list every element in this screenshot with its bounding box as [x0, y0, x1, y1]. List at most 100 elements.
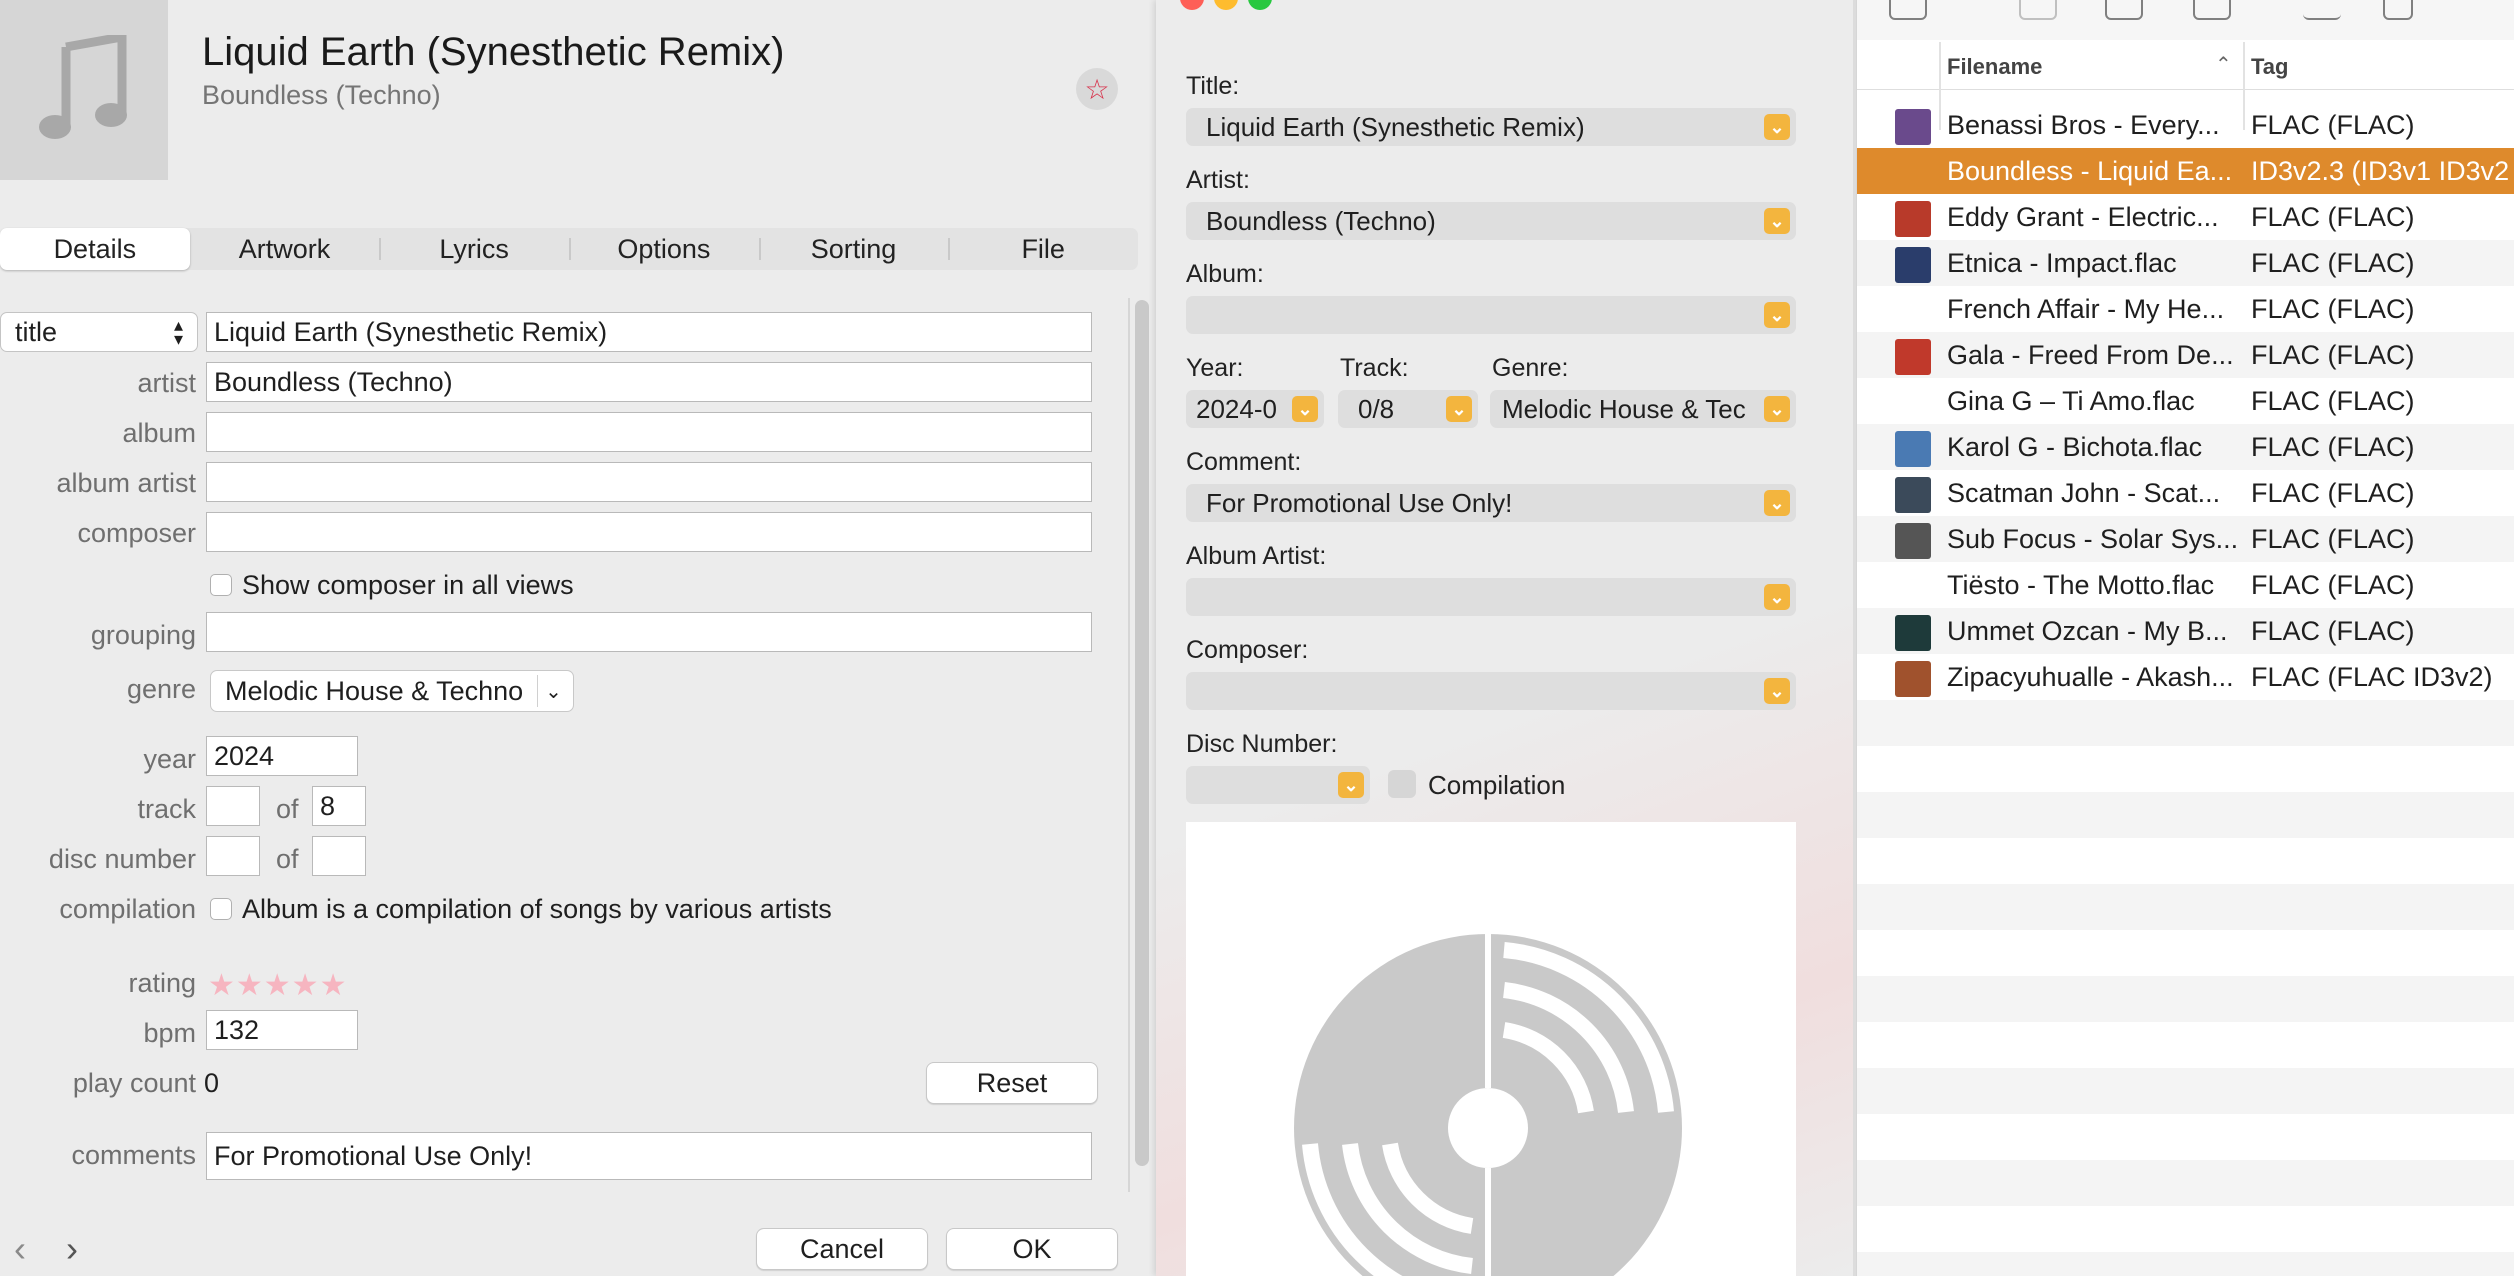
- file-row[interactable]: Boundless - Liquid Ea... ID3v2.3 (ID3v1 I…: [1857, 148, 2514, 194]
- grouping-label: grouping: [90, 620, 196, 650]
- file-name: Boundless - Liquid Ea...: [1947, 156, 2233, 186]
- disc-of-label: of: [276, 844, 299, 874]
- file-row[interactable]: Benassi Bros - Every... FLAC (FLAC): [1857, 102, 2514, 148]
- file-row[interactable]: Zipacyuhualle - Akash... FLAC (FLAC ID3v2…: [1857, 654, 2514, 700]
- file-row[interactable]: Gina G – Ti Amo.flac FLAC (FLAC): [1857, 378, 2514, 424]
- file-list-pane: Filename ⌃ Tag Benassi Bros - Every... FL…: [1856, 0, 2514, 1276]
- album-artist-label: Album Artist:: [1186, 542, 1327, 570]
- compilation-checkbox[interactable]: [1388, 770, 1416, 798]
- tag-column-header[interactable]: Tag: [2251, 54, 2288, 80]
- empty-row: [1857, 1022, 2514, 1068]
- empty-row: [1857, 1068, 2514, 1114]
- genre-combo[interactable]: Melodic House & Tec ⌄: [1490, 390, 1796, 428]
- toolbar: [1857, 0, 2514, 40]
- album-artist-combo[interactable]: ⌄: [1186, 578, 1796, 616]
- chevron-down-icon[interactable]: ⌄: [1764, 114, 1790, 140]
- file-row[interactable]: Eddy Grant - Electric... FLAC (FLAC): [1857, 194, 2514, 240]
- artwork-panel[interactable]: [1186, 822, 1796, 1276]
- disc-number-field[interactable]: [206, 836, 260, 876]
- show-composer-checkbox[interactable]: [210, 574, 232, 596]
- chevron-down-icon[interactable]: ⌄: [1764, 678, 1790, 704]
- reset-button[interactable]: Reset: [926, 1062, 1098, 1104]
- save-icon[interactable]: [2019, 0, 2057, 20]
- add-folder-icon[interactable]: [2193, 0, 2231, 20]
- tab-file[interactable]: File: [948, 228, 1138, 270]
- bpm-field[interactable]: 132: [206, 1010, 358, 1050]
- zoom-window-button[interactable]: [1248, 0, 1272, 10]
- file-row[interactable]: Tiësto - The Motto.flac FLAC (FLAC): [1857, 562, 2514, 608]
- file-row[interactable]: French Affair - My He... FLAC (FLAC): [1857, 286, 2514, 332]
- field-selector[interactable]: title ▴ ▾: [0, 312, 198, 352]
- rating-label: rating: [128, 968, 196, 998]
- sidebar-icon[interactable]: [1889, 0, 1927, 20]
- genre-select[interactable]: Melodic House & Techno ⌄: [210, 670, 574, 712]
- share-icon[interactable]: [2383, 0, 2413, 20]
- disc-number-combo[interactable]: ⌄: [1186, 766, 1370, 804]
- favorite-star-icon[interactable]: ☆: [1076, 68, 1118, 110]
- empty-row: [1857, 1252, 2514, 1276]
- tab-artwork[interactable]: Artwork: [190, 228, 380, 270]
- comments-field[interactable]: For Promotional Use Only!: [206, 1132, 1092, 1180]
- album-art-thumbnail: [1895, 477, 1931, 513]
- chevron-down-icon[interactable]: ⌄: [1764, 208, 1790, 234]
- artwork-thumbnail[interactable]: [0, 0, 168, 180]
- previous-arrow-icon[interactable]: ‹: [14, 1228, 26, 1270]
- tab-sorting[interactable]: Sorting: [758, 228, 949, 270]
- ok-button[interactable]: OK: [946, 1228, 1118, 1270]
- track-of-label: of: [276, 794, 299, 824]
- genre-label: Genre:: [1492, 354, 1569, 382]
- filename-column-header[interactable]: Filename: [1947, 54, 2042, 80]
- artist-combo[interactable]: Boundless (Techno) ⌄: [1186, 202, 1796, 240]
- track-number-field[interactable]: [206, 786, 260, 826]
- file-row[interactable]: Ummet Ozcan - My B... FLAC (FLAC): [1857, 608, 2514, 654]
- album-combo[interactable]: ⌄: [1186, 296, 1796, 334]
- file-row[interactable]: Scatman John - Scat... FLAC (FLAC): [1857, 470, 2514, 516]
- track-total-field[interactable]: 8: [312, 786, 366, 826]
- file-row[interactable]: Sub Focus - Solar Sys... FLAC (FLAC): [1857, 516, 2514, 562]
- year-label: Year:: [1186, 354, 1244, 382]
- genre-value: Melodic House & Techno: [225, 675, 524, 706]
- tab-details[interactable]: Details: [0, 228, 190, 270]
- chevron-down-icon[interactable]: ⌄: [1764, 584, 1790, 610]
- title-field[interactable]: Liquid Earth (Synesthetic Remix): [206, 312, 1092, 352]
- empty-row: [1857, 838, 2514, 884]
- sort-ascending-icon[interactable]: ⌃: [2215, 52, 2232, 77]
- chevron-down-icon[interactable]: ⌄: [1446, 396, 1472, 422]
- track-combo[interactable]: 0/8 ⌄: [1338, 390, 1478, 428]
- chevron-down-icon[interactable]: ⌄: [1338, 772, 1364, 798]
- file-name: Karol G - Bichota.flac: [1947, 432, 2203, 462]
- tab-lyrics[interactable]: Lyrics: [379, 228, 569, 270]
- bpm-label: bpm: [143, 1018, 196, 1048]
- album-field[interactable]: [206, 412, 1092, 452]
- comment-combo[interactable]: For Promotional Use Only! ⌄: [1186, 484, 1796, 522]
- artist-label: artist: [137, 368, 196, 398]
- rating-stars[interactable]: ★★★★★: [208, 968, 347, 1003]
- chevron-down-icon[interactable]: ⌄: [1764, 490, 1790, 516]
- close-window-button[interactable]: [1180, 0, 1204, 10]
- composer-field[interactable]: [206, 512, 1092, 552]
- title-combo[interactable]: Liquid Earth (Synesthetic Remix) ⌄: [1186, 108, 1796, 146]
- disc-total-field[interactable]: [312, 836, 366, 876]
- chevron-down-icon[interactable]: ⌄: [1764, 302, 1790, 328]
- chevron-down-icon[interactable]: ⌄: [1764, 396, 1790, 422]
- file-row[interactable]: Etnica - Impact.flac FLAC (FLAC): [1857, 240, 2514, 286]
- cancel-button[interactable]: Cancel: [756, 1228, 928, 1270]
- album-artist-field[interactable]: [206, 462, 1092, 502]
- year-field[interactable]: 2024: [206, 736, 358, 776]
- empty-row: [1857, 930, 2514, 976]
- year-combo[interactable]: 2024-0 ⌄: [1186, 390, 1324, 428]
- grouping-field[interactable]: [206, 612, 1092, 652]
- file-tag: FLAC (FLAC): [2251, 570, 2415, 600]
- tab-options[interactable]: Options: [569, 228, 759, 270]
- music-icon[interactable]: [2303, 0, 2341, 20]
- file-row[interactable]: Karol G - Bichota.flac FLAC (FLAC): [1857, 424, 2514, 470]
- chevron-down-icon[interactable]: ⌄: [1292, 396, 1318, 422]
- artist-field[interactable]: Boundless (Techno): [206, 362, 1092, 402]
- composer-combo[interactable]: ⌄: [1186, 672, 1796, 710]
- file-row[interactable]: Gala - Freed From De... FLAC (FLAC): [1857, 332, 2514, 378]
- scrollbar-thumb[interactable]: [1135, 300, 1149, 1166]
- next-arrow-icon[interactable]: ›: [66, 1228, 78, 1270]
- folder-icon[interactable]: [2105, 0, 2143, 20]
- compilation-checkbox[interactable]: [210, 898, 232, 920]
- minimize-window-button[interactable]: [1214, 0, 1238, 10]
